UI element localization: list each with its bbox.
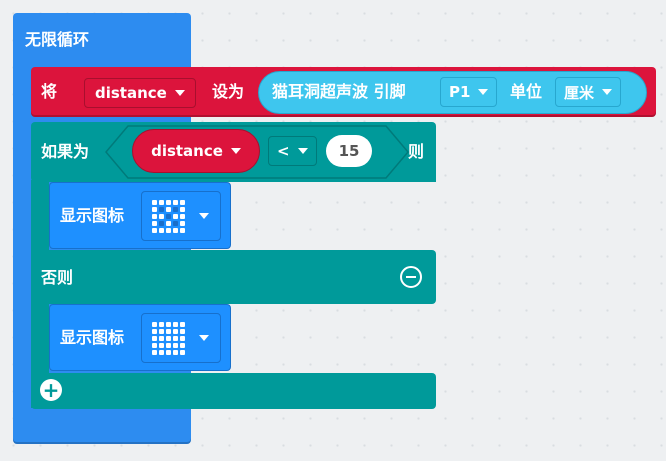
led-on xyxy=(180,328,185,334)
led-on xyxy=(159,321,164,327)
led-on xyxy=(166,335,171,341)
led-on xyxy=(159,199,164,205)
chevron-down-icon xyxy=(174,90,185,96)
led-on xyxy=(152,349,157,355)
led-on xyxy=(166,227,171,233)
variable-dropdown[interactable]: distance xyxy=(84,78,196,108)
led-on xyxy=(152,335,157,341)
led-on xyxy=(159,328,164,334)
led-on xyxy=(173,213,178,219)
led-on xyxy=(152,213,157,219)
square-icon xyxy=(152,199,185,233)
led-on xyxy=(173,321,178,327)
full-grid-icon xyxy=(152,321,185,355)
led-on xyxy=(166,206,171,212)
led-off xyxy=(159,220,164,226)
compare-value: 15 xyxy=(338,142,360,160)
led-on xyxy=(180,321,185,327)
compare-value-input[interactable]: 15 xyxy=(326,135,372,167)
sensor-label: 猫耳洞超声波 引脚 xyxy=(272,82,406,101)
forever-label: 无限循环 xyxy=(25,30,90,49)
chevron-down-icon xyxy=(297,148,308,154)
if-label: 如果为 xyxy=(41,142,90,161)
led-on xyxy=(159,342,164,348)
led-on xyxy=(152,328,157,334)
led-on xyxy=(166,220,171,226)
icon-dropdown-2[interactable] xyxy=(141,313,221,363)
led-on xyxy=(166,321,171,327)
show-icon-label-2: 显示图标 xyxy=(60,328,125,347)
led-off xyxy=(173,220,178,226)
unit-dropdown[interactable]: 厘米 xyxy=(555,77,622,107)
led-on xyxy=(159,349,164,355)
led-on xyxy=(173,342,178,348)
compare-variable-name: distance xyxy=(151,142,223,160)
led-on xyxy=(152,220,157,226)
led-on xyxy=(166,199,171,205)
led-on xyxy=(180,349,185,355)
led-on xyxy=(152,199,157,205)
led-on xyxy=(152,227,157,233)
led-on xyxy=(173,227,178,233)
set-prefix-label: 将 xyxy=(41,82,58,101)
led-on xyxy=(173,199,178,205)
led-on xyxy=(180,335,185,341)
led-on xyxy=(180,199,185,205)
led-on xyxy=(180,342,185,348)
led-off xyxy=(173,206,178,212)
compare-variable-reporter[interactable]: distance xyxy=(132,129,260,173)
led-on xyxy=(152,206,157,212)
else-section[interactable] xyxy=(31,250,436,304)
led-on xyxy=(166,328,171,334)
led-on xyxy=(180,206,185,212)
operator-value: < xyxy=(277,142,290,160)
pin-value: P1 xyxy=(449,83,471,101)
led-on xyxy=(180,213,185,219)
led-on xyxy=(173,349,178,355)
led-on xyxy=(173,328,178,334)
led-on xyxy=(152,321,157,327)
chevron-down-icon xyxy=(602,89,613,95)
show-icon-label-1: 显示图标 xyxy=(60,206,125,225)
pin-dropdown[interactable]: P1 xyxy=(440,77,498,107)
set-infix-label: 设为 xyxy=(212,82,245,101)
else-label: 否则 xyxy=(41,268,74,287)
then-label: 则 xyxy=(408,142,425,161)
chevron-down-icon xyxy=(478,89,489,95)
remove-else-icon[interactable] xyxy=(400,266,422,288)
if-else-bottom[interactable] xyxy=(31,373,436,409)
led-on xyxy=(159,335,164,341)
led-on xyxy=(159,227,164,233)
chevron-down-icon xyxy=(199,335,209,341)
unit-label: 单位 xyxy=(510,82,543,101)
led-on xyxy=(166,349,171,355)
chevron-down-icon xyxy=(230,148,241,154)
add-else-if-icon[interactable]: + xyxy=(40,379,62,401)
led-off xyxy=(159,206,164,212)
icon-dropdown-1[interactable] xyxy=(141,191,221,241)
led-on xyxy=(180,227,185,233)
led-on xyxy=(173,335,178,341)
led-off xyxy=(166,213,171,219)
led-on xyxy=(159,213,164,219)
led-on xyxy=(152,342,157,348)
operator-dropdown[interactable]: < xyxy=(268,136,317,166)
chevron-down-icon xyxy=(199,213,209,219)
led-on xyxy=(166,342,171,348)
variable-name: distance xyxy=(95,84,167,102)
led-on xyxy=(180,220,185,226)
unit-value: 厘米 xyxy=(564,83,595,102)
